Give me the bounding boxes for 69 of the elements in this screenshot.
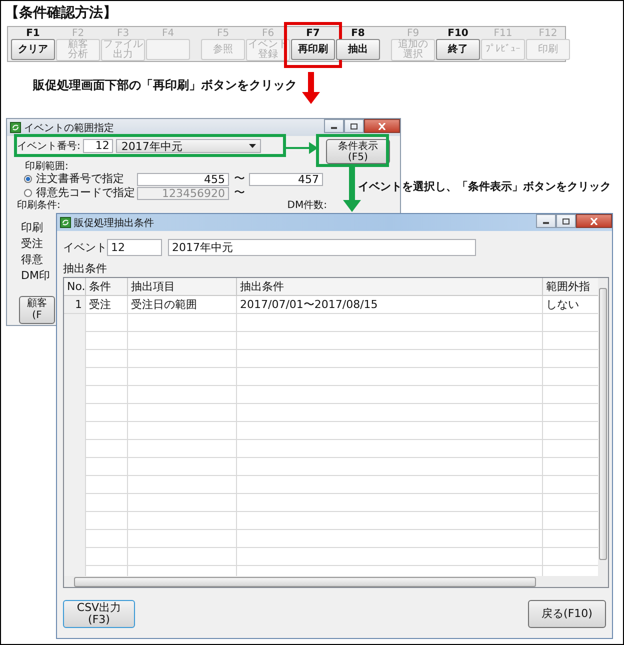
- csv-export-button[interactable]: CSV出力 (F3): [63, 600, 135, 628]
- function-key-label: F2: [72, 28, 84, 39]
- function-key-button[interactable]: 抽出: [336, 39, 380, 60]
- table-cell: 1: [64, 296, 86, 314]
- vertical-scrollbar[interactable]: [598, 278, 608, 577]
- condition-label: 受注: [20, 237, 43, 252]
- column-header: 抽出項目: [128, 278, 237, 296]
- function-key-label: F8: [351, 28, 365, 39]
- range-separator: 〜: [234, 186, 245, 200]
- event-number-field[interactable]: 12: [107, 239, 162, 256]
- option-label: 得意先コードで指定: [36, 186, 136, 200]
- condition-label: 印刷: [20, 221, 43, 236]
- show-conditions-button[interactable]: 条件表示 (F5): [326, 139, 390, 164]
- minimize-button[interactable]: [324, 119, 344, 133]
- condition-label: 得意: [20, 253, 43, 268]
- section-label: 抽出条件: [63, 262, 107, 276]
- app-icon: [60, 217, 71, 228]
- column-header: 条件: [86, 278, 128, 296]
- event-name-field[interactable]: 2017年中元: [168, 239, 476, 256]
- right-arrow-icon: [285, 142, 318, 154]
- down-arrow-icon: [302, 72, 320, 104]
- range-from-field[interactable]: 455: [137, 172, 229, 186]
- maximize-icon: [350, 122, 358, 130]
- instruction-text: イベントを選択し、「条件表示」ボタンをクリック: [358, 179, 611, 194]
- function-key-label: F7: [306, 28, 320, 39]
- function-key-label: F9: [406, 28, 420, 39]
- column-header: 抽出条件: [237, 278, 543, 296]
- function-key-label: F12: [538, 28, 558, 39]
- event-number-field[interactable]: 12: [83, 139, 114, 153]
- column-header: No.: [64, 278, 86, 296]
- function-key-label: F11: [494, 28, 512, 39]
- function-key-button[interactable]: クリア: [11, 39, 55, 60]
- event-dropdown[interactable]: 2017年中元: [116, 139, 262, 153]
- function-key-label: F5: [216, 28, 230, 39]
- function-key-label: F6: [262, 28, 274, 39]
- window-title: 販促処理抽出条件: [74, 216, 154, 230]
- function-key-label: F3: [116, 28, 130, 39]
- minimize-button[interactable]: [536, 214, 556, 228]
- radio-button[interactable]: [24, 175, 32, 183]
- function-key-button[interactable]: 再印刷: [291, 39, 335, 60]
- maximize-button[interactable]: [556, 214, 576, 228]
- condition-label: DM印: [20, 269, 50, 284]
- option-label: 注文書番号で指定: [36, 172, 124, 186]
- section-heading: 【条件確認方法】: [4, 4, 117, 22]
- function-key-label: F10: [448, 28, 468, 39]
- app-icon: [10, 122, 21, 133]
- close-icon: [378, 122, 386, 130]
- column-header: 範囲外指: [543, 278, 600, 296]
- window-title: イベントの範囲指定: [24, 122, 114, 134]
- function-key-label: F1: [26, 28, 40, 39]
- maximize-icon: [562, 218, 570, 224]
- maximize-button[interactable]: [344, 119, 364, 133]
- function-key-button[interactable]: 終了: [436, 39, 480, 60]
- instruction-text: 販促処理画面下部の「再印刷」ボタンをクリック: [33, 77, 297, 94]
- close-button[interactable]: [364, 119, 400, 133]
- close-button[interactable]: [576, 214, 612, 228]
- event-number-label: イベント番号:: [17, 141, 80, 152]
- print-range-label: 印刷範囲:: [25, 161, 68, 172]
- print-conditions-label: 印刷条件:: [17, 200, 60, 211]
- dropdown-arrow-icon: [249, 144, 256, 148]
- range-to-field[interactable]: 457: [249, 172, 323, 186]
- radio-button[interactable]: [24, 189, 32, 197]
- close-icon: [590, 218, 598, 224]
- horizontal-scrollbar[interactable]: [64, 576, 608, 587]
- back-button[interactable]: 戻る(F10): [528, 600, 606, 628]
- function-key-label: F4: [162, 28, 174, 39]
- dm-count-label: DM件数:: [287, 200, 327, 211]
- customer-button[interactable]: 顧客 (F: [19, 296, 55, 324]
- range-separator: 〜: [234, 172, 245, 186]
